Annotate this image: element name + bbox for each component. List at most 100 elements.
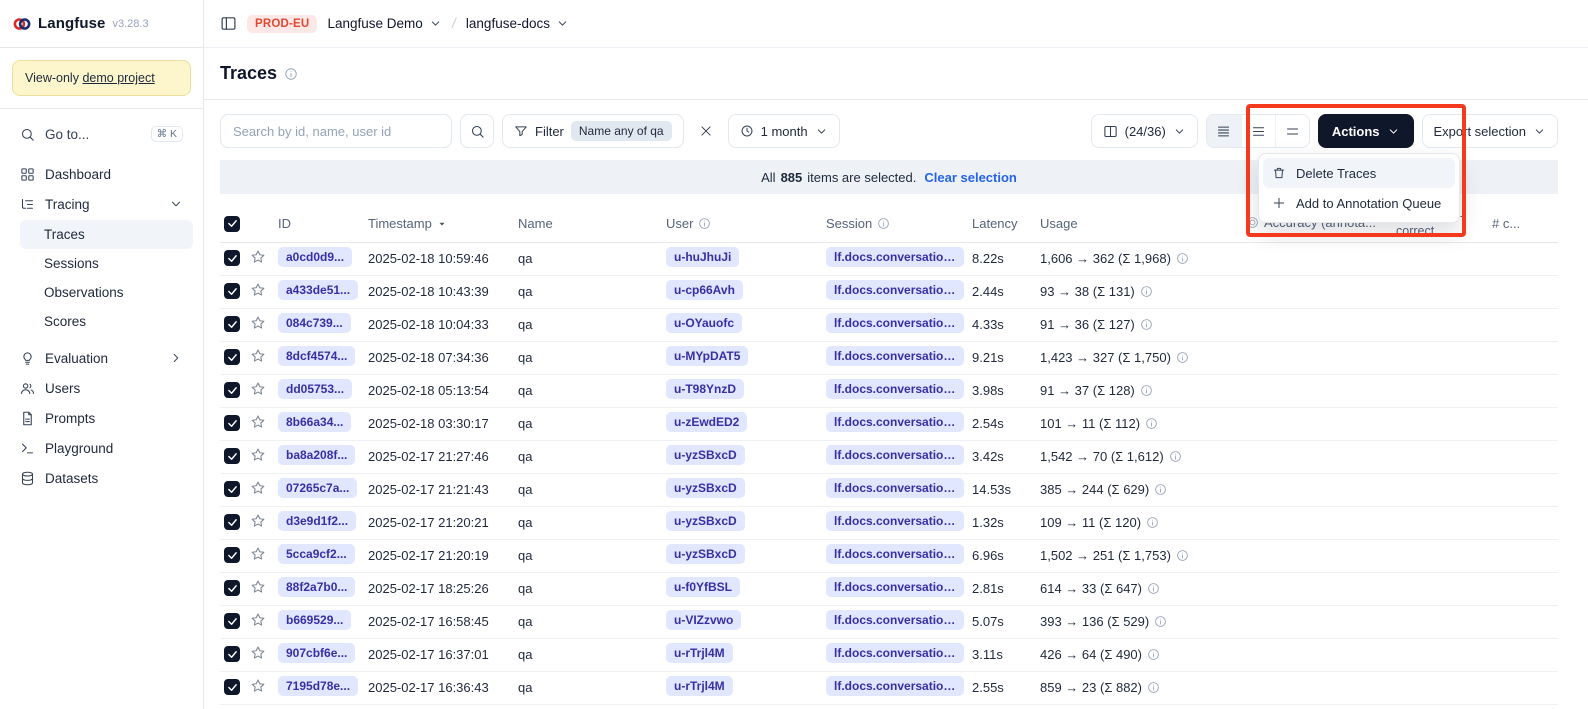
select-all-checkbox[interactable] xyxy=(224,216,240,232)
user-chip[interactable]: u-yzSBxcD xyxy=(666,445,745,465)
row-checkbox[interactable] xyxy=(224,481,240,497)
session-chip[interactable]: lf.docs.conversation... xyxy=(826,544,964,564)
star-icon[interactable] xyxy=(250,612,266,628)
user-chip[interactable]: u-T98YnzD xyxy=(666,379,744,399)
trace-id-chip[interactable]: 084c739... xyxy=(278,313,351,333)
sidebar-item-scores[interactable]: Scores xyxy=(20,307,193,336)
trace-id-chip[interactable]: a433de51... xyxy=(278,280,358,300)
session-chip[interactable]: lf.docs.conversation... xyxy=(826,676,964,696)
info-icon[interactable] xyxy=(1176,549,1189,562)
time-range-button[interactable]: 1 month xyxy=(728,114,840,148)
user-chip[interactable]: u-f0YfBSL xyxy=(666,577,740,597)
trace-id-chip[interactable]: 7195d78e... xyxy=(278,676,358,696)
row-checkbox[interactable] xyxy=(224,646,240,662)
session-chip[interactable]: lf.docs.conversation... xyxy=(826,247,964,267)
star-icon[interactable] xyxy=(250,546,266,562)
trace-id-chip[interactable]: 07265c7a... xyxy=(278,478,357,498)
export-selection-button[interactable]: Export selection xyxy=(1422,114,1559,148)
trace-id-chip[interactable]: b669529... xyxy=(278,610,351,630)
menu-item-add-to-annotation-queue[interactable]: Add to Annotation Queue xyxy=(1263,188,1455,218)
info-icon[interactable] xyxy=(1147,582,1160,595)
sidebar-item-tracing[interactable]: Tracing xyxy=(10,189,193,219)
search-input[interactable] xyxy=(220,114,452,148)
session-chip[interactable]: lf.docs.conversation... xyxy=(826,610,964,630)
star-icon[interactable] xyxy=(250,249,266,265)
info-icon[interactable] xyxy=(1176,252,1189,265)
col-extra[interactable]: # c... xyxy=(1492,206,1558,242)
star-icon[interactable] xyxy=(250,447,266,463)
table-row[interactable]: 084c739... 2025-02-18 10:04:33 qa u-OYau… xyxy=(220,308,1558,341)
actions-button[interactable]: Actions xyxy=(1318,114,1414,148)
trace-id-chip[interactable]: 8b66a34... xyxy=(278,412,351,432)
sidebar-item-playground[interactable]: Playground xyxy=(10,433,193,463)
trace-id-chip[interactable]: 88f2a7b0... xyxy=(278,577,355,597)
col-timestamp[interactable]: Timestamp xyxy=(368,206,518,242)
table-row[interactable]: 88f2a7b0... 2025-02-17 18:25:26 qa u-f0Y… xyxy=(220,572,1558,605)
col-name[interactable]: Name xyxy=(518,206,666,242)
session-chip[interactable]: lf.docs.conversation... xyxy=(826,412,964,432)
table-row[interactable]: 5cca9cf2... 2025-02-17 21:20:19 qa u-yzS… xyxy=(220,539,1558,572)
user-chip[interactable]: u-huJhuJi xyxy=(666,247,739,267)
info-icon[interactable] xyxy=(1140,285,1153,298)
info-icon[interactable] xyxy=(1154,483,1167,496)
trace-id-chip[interactable]: 8dcf4574... xyxy=(278,346,355,366)
table-row[interactable]: 7195d78e... 2025-02-17 16:36:43 qa u-rTr… xyxy=(220,671,1558,704)
info-icon[interactable] xyxy=(1176,351,1189,364)
search-button[interactable] xyxy=(460,114,494,148)
session-chip[interactable]: lf.docs.conversation... xyxy=(826,643,964,663)
row-checkbox[interactable] xyxy=(224,415,240,431)
session-chip[interactable]: lf.docs.conversation... xyxy=(826,478,964,498)
user-chip[interactable]: u-yzSBxcD xyxy=(666,544,745,564)
star-icon[interactable] xyxy=(250,315,266,331)
table-row[interactable]: a0cd0d9... 2025-02-18 10:59:46 qa u-huJh… xyxy=(220,242,1558,275)
info-icon[interactable] xyxy=(1146,516,1159,529)
col-usage[interactable]: Usage xyxy=(1040,206,1246,242)
trace-id-chip[interactable]: dd05753... xyxy=(278,379,352,399)
col-user[interactable]: User xyxy=(666,206,826,242)
table-row[interactable]: ba8a208f... 2025-02-17 21:27:46 qa u-yzS… xyxy=(220,440,1558,473)
demo-project-link[interactable]: demo project xyxy=(82,71,154,85)
sidebar-item-users[interactable]: Users xyxy=(10,373,193,403)
table-row[interactable]: 907cbf6e... 2025-02-17 16:37:01 qa u-rTr… xyxy=(220,638,1558,671)
row-checkbox[interactable] xyxy=(224,613,240,629)
sidebar-item-traces[interactable]: Traces xyxy=(20,220,193,249)
row-checkbox[interactable] xyxy=(224,514,240,530)
star-icon[interactable] xyxy=(250,579,266,595)
user-chip[interactable]: u-yzSBxcD xyxy=(666,478,745,498)
columns-button[interactable]: (24/36) xyxy=(1091,114,1198,148)
sidebar-item-evaluation[interactable]: Evaluation xyxy=(10,343,193,373)
session-chip[interactable]: lf.docs.conversation... xyxy=(826,313,964,333)
row-height-medium-button[interactable] xyxy=(1241,115,1275,147)
sidebar-item-prompts[interactable]: Prompts xyxy=(10,403,193,433)
clear-filter-button[interactable] xyxy=(692,114,720,148)
user-chip[interactable]: u-zEwdED2 xyxy=(666,412,747,432)
info-icon[interactable] xyxy=(1140,318,1153,331)
star-icon[interactable] xyxy=(250,348,266,364)
col-session[interactable]: Session xyxy=(826,206,972,242)
session-chip[interactable]: lf.docs.conversation... xyxy=(826,577,964,597)
trace-id-chip[interactable]: a0cd0d9... xyxy=(278,247,352,267)
session-chip[interactable]: lf.docs.conversation... xyxy=(826,379,964,399)
menu-item-delete-traces[interactable]: Delete Traces xyxy=(1263,158,1455,188)
user-chip[interactable]: u-MYpDAT5 xyxy=(666,346,748,366)
star-icon[interactable] xyxy=(250,678,266,694)
table-row[interactable]: b669529... 2025-02-17 16:58:45 qa u-VIZz… xyxy=(220,605,1558,638)
clear-selection-link[interactable]: Clear selection xyxy=(924,170,1017,185)
table-row[interactable]: 8b66a34... 2025-02-18 03:30:17 qa u-zEwd… xyxy=(220,407,1558,440)
table-row[interactable]: a433de51... 2025-02-18 10:43:39 qa u-cp6… xyxy=(220,275,1558,308)
table-row[interactable]: dd05753... 2025-02-18 05:13:54 qa u-T98Y… xyxy=(220,374,1558,407)
star-icon[interactable] xyxy=(250,480,266,496)
info-icon[interactable] xyxy=(284,67,298,81)
table-row[interactable]: 07265c7a... 2025-02-17 21:21:43 qa u-yzS… xyxy=(220,473,1558,506)
row-checkbox[interactable] xyxy=(224,316,240,332)
user-chip[interactable]: u-VIZzvwo xyxy=(666,610,741,630)
info-icon[interactable] xyxy=(1169,450,1182,463)
sidebar-item-dashboard[interactable]: Dashboard xyxy=(10,159,193,189)
star-icon[interactable] xyxy=(250,645,266,661)
sidebar-item-datasets[interactable]: Datasets xyxy=(10,463,193,493)
info-icon[interactable] xyxy=(1147,681,1160,694)
session-chip[interactable]: lf.docs.conversation... xyxy=(826,280,964,300)
row-checkbox[interactable] xyxy=(224,382,240,398)
star-icon[interactable] xyxy=(250,282,266,298)
row-checkbox[interactable] xyxy=(224,349,240,365)
